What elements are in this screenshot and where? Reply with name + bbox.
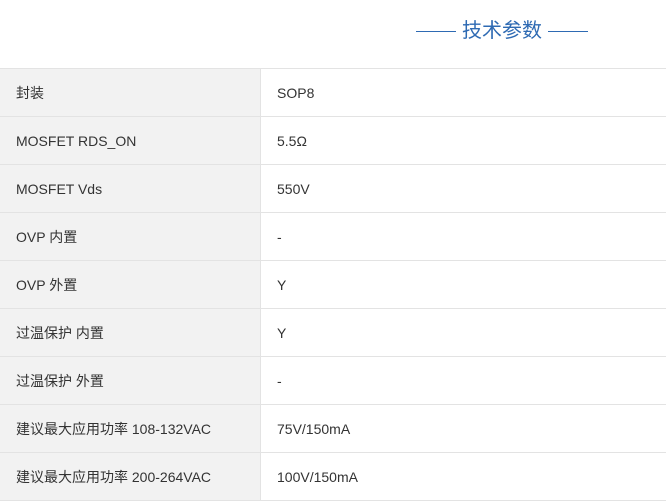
spec-label: 封装 [0, 68, 261, 117]
table-row: 过温保护 外置 - [0, 356, 666, 405]
spec-value: Y [260, 308, 666, 357]
spec-label: MOSFET RDS_ON [0, 116, 261, 165]
table-row: OVP 内置 - [0, 212, 666, 261]
table-row: MOSFET Vds 550V [0, 164, 666, 213]
spec-label: OVP 内置 [0, 212, 261, 261]
title-left-rule [416, 30, 456, 32]
table-row: 建议最大应用功率 108-132VAC 75V/150mA [0, 404, 666, 453]
title-right-rule [548, 30, 588, 32]
table-row: 建议最大应用功率 200-264VAC 100V/150mA [0, 452, 666, 501]
spec-value: - [260, 212, 666, 261]
section-header: 技术参数 [0, 0, 666, 68]
section-title-text: 技术参数 [462, 20, 542, 42]
spec-value: 100V/150mA [260, 452, 666, 501]
spec-label: 过温保护 外置 [0, 356, 261, 405]
spec-value: 75V/150mA [260, 404, 666, 453]
spec-value: - [260, 356, 666, 405]
spec-value: SOP8 [260, 68, 666, 117]
table-row: 过温保护 内置 Y [0, 308, 666, 357]
spec-label: MOSFET Vds [0, 164, 261, 213]
section-title: 技术参数 [416, 16, 588, 46]
table-row: OVP 外置 Y [0, 260, 666, 309]
spec-value: 550V [260, 164, 666, 213]
spec-label: 建议最大应用功率 108-132VAC [0, 404, 261, 453]
spec-label: 建议最大应用功率 200-264VAC [0, 452, 261, 501]
table-row: 封装 SOP8 [0, 68, 666, 117]
spec-label: 过温保护 内置 [0, 308, 261, 357]
table-row: MOSFET RDS_ON 5.5Ω [0, 116, 666, 165]
spec-label: OVP 外置 [0, 260, 261, 309]
spec-table: 封装 SOP8 MOSFET RDS_ON 5.5Ω MOSFET Vds 55… [0, 68, 666, 501]
spec-value: Y [260, 260, 666, 309]
spec-value: 5.5Ω [260, 116, 666, 165]
